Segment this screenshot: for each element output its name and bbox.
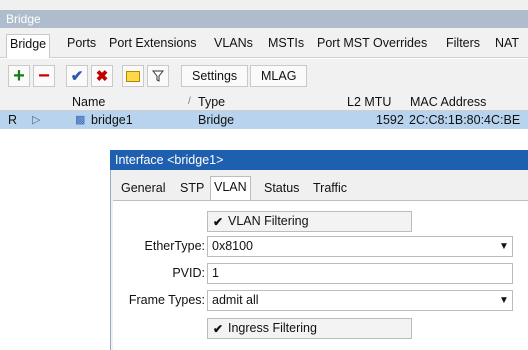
frame-types-select[interactable]: admit all ▼: [207, 290, 513, 311]
tab-nat[interactable]: NAT: [492, 34, 522, 56]
plus-icon: +: [13, 64, 25, 87]
vlan-filtering-checkbox[interactable]: ✔: [211, 215, 225, 229]
mlag-button[interactable]: MLAG: [250, 65, 308, 87]
ingress-filtering-row[interactable]: ✔ Ingress Filtering: [207, 318, 412, 339]
tab-filters[interactable]: Filters: [443, 34, 483, 56]
ingress-filtering-label: Ingress Filtering: [228, 321, 317, 335]
col-name[interactable]: Name: [72, 94, 105, 110]
tab-bar: Bridge Ports Port Extensions VLANs MSTIs…: [0, 28, 528, 58]
ethertype-select[interactable]: 0x8100 ▼: [207, 236, 513, 257]
toolbar: + − ✔ ✖ Settings MLAG: [0, 59, 528, 93]
tab-ports[interactable]: Ports: [64, 34, 99, 56]
minus-icon: −: [38, 64, 50, 87]
tab-port-extensions[interactable]: Port Extensions: [106, 34, 200, 56]
dialog-tab-stp[interactable]: STP: [177, 178, 207, 200]
x-icon: ✖: [95, 68, 109, 85]
ethertype-label: EtherType:: [144, 239, 205, 253]
tab-bridge[interactable]: Bridge: [6, 34, 51, 58]
check-icon: ✔: [70, 68, 84, 85]
tab-mstis[interactable]: MSTIs: [265, 34, 307, 56]
ingress-filtering-checkbox[interactable]: ✔: [211, 322, 225, 336]
cursor-icon: ▷: [32, 114, 41, 126]
row-mac: 2C:C8:1B:80:4C:BE: [409, 113, 521, 127]
tab-port-mst-overrides[interactable]: Port MST Overrides: [314, 34, 430, 56]
tab-vlans[interactable]: VLANs: [211, 34, 256, 56]
dialog-title[interactable]: Interface <bridge1>: [110, 150, 528, 170]
dialog-tab-vlan[interactable]: VLAN: [210, 176, 251, 201]
row-type: Bridge: [198, 113, 235, 127]
frame-types-value: admit all: [212, 293, 259, 307]
table-header: Name / Type L2 MTU MAC Address: [0, 93, 528, 111]
funnel-icon: [152, 70, 164, 82]
sort-icon: /: [188, 96, 191, 107]
remove-button[interactable]: −: [33, 65, 55, 87]
dropdown-icon[interactable]: ▼: [496, 237, 512, 256]
pvid-label: PVID:: [172, 266, 205, 280]
add-button[interactable]: +: [8, 65, 30, 87]
running-flag: R: [8, 113, 18, 127]
row-l2mtu: 1592: [376, 113, 404, 127]
filter-button[interactable]: [147, 65, 169, 87]
top-strip: [0, 0, 528, 10]
pvid-input[interactable]: 1: [207, 263, 513, 284]
col-type[interactable]: Type: [198, 94, 225, 110]
col-mac[interactable]: MAC Address: [410, 94, 486, 110]
vlan-filtering-label: VLAN Filtering: [228, 214, 309, 228]
bridge-icon: ▩: [75, 114, 86, 126]
vlan-filtering-row[interactable]: ✔ VLAN Filtering: [207, 211, 412, 232]
ethertype-value: 0x8100: [212, 239, 254, 253]
enable-button[interactable]: ✔: [66, 65, 88, 87]
comment-button[interactable]: [122, 65, 144, 87]
vlan-panel: ✔ VLAN Filtering EtherType: 0x8100 ▼ PVI…: [113, 200, 528, 350]
dropdown-icon[interactable]: ▼: [496, 291, 512, 310]
row-name: bridge1: [91, 113, 133, 127]
note-icon: [126, 70, 140, 82]
table-row[interactable]: R ▷ ▩ bridge1 Bridge 1592 2C:C8:1B:80:4C…: [0, 111, 528, 129]
dialog-tab-status[interactable]: Status: [261, 178, 302, 200]
window-title: Bridge: [0, 10, 528, 28]
disable-button[interactable]: ✖: [91, 65, 113, 87]
dialog-tab-traffic[interactable]: Traffic: [310, 178, 350, 200]
col-l2mtu[interactable]: L2 MTU: [347, 94, 391, 110]
frame-types-label: Frame Types:: [128, 293, 205, 307]
settings-button[interactable]: Settings: [181, 65, 249, 87]
dialog-tab-general[interactable]: General: [118, 178, 168, 200]
